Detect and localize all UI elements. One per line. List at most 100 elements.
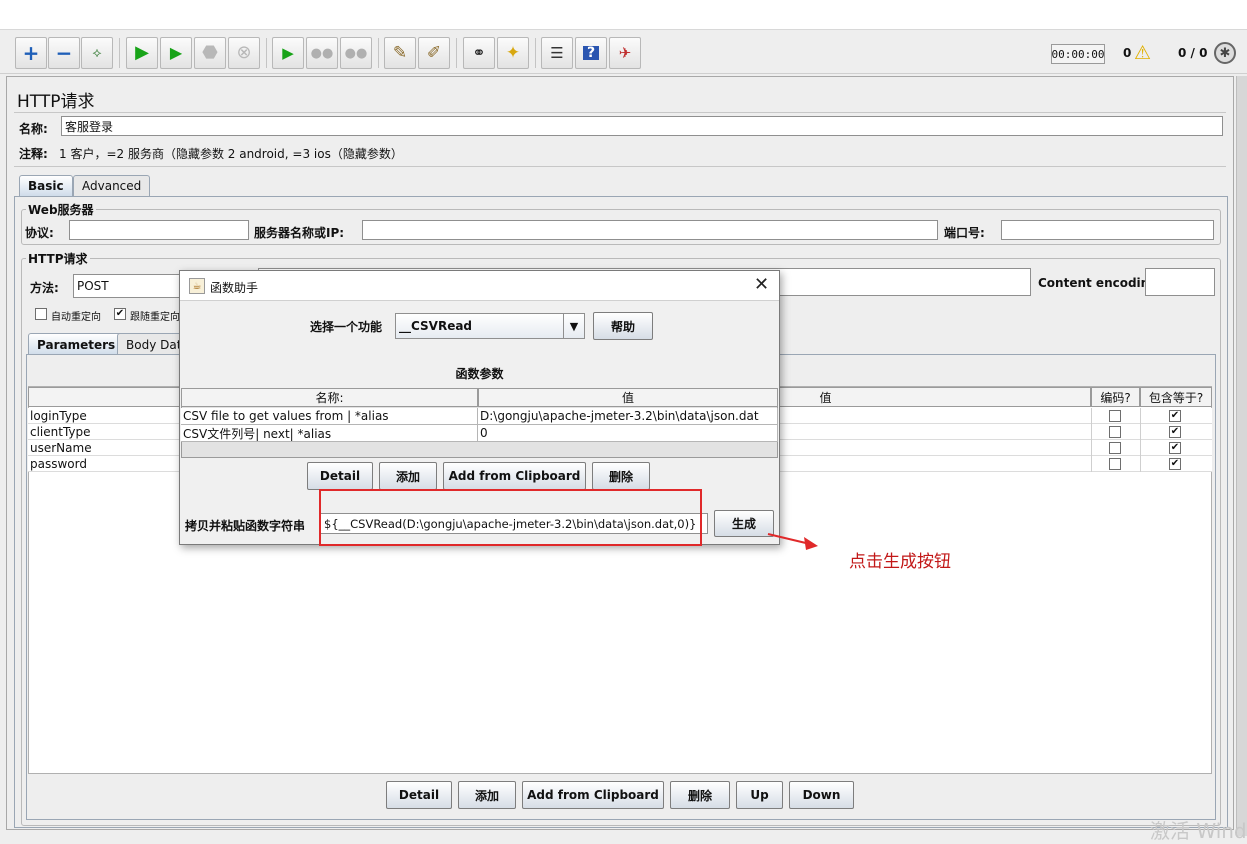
annotation-arrow [767,533,818,550]
server-label: 服务器名称或IP: [254,226,345,240]
port-input[interactable] [1001,220,1214,240]
param-name: clientType [30,424,91,439]
include-equals-checkbox[interactable]: ✔ [1169,458,1181,470]
params-encode-header: 编码? [1091,387,1140,407]
comment-label: 注释: [19,147,48,161]
http-request-legend: HTTP请求 [26,250,90,267]
column-divider [1140,408,1141,472]
name-field[interactable]: 客服登录 [61,116,1223,136]
toolbar-separator [456,38,457,68]
delete-button[interactable]: 删除 [670,781,730,809]
help-icon[interactable]: ? [575,37,607,69]
highlight-box [319,489,702,546]
divider [14,166,1226,167]
divider [14,112,1226,113]
dialog-detail-button[interactable]: Detail [307,462,373,490]
encode-checkbox[interactable] [1109,426,1121,438]
up-button[interactable]: Up [736,781,783,809]
remove-icon[interactable]: − [48,37,80,69]
start-no-pause-icon[interactable]: ▶ [160,37,192,69]
toolbar-separator [266,38,267,68]
include-equals-checkbox[interactable]: ✔ [1169,410,1181,422]
start-icon[interactable]: ▶ [126,37,158,69]
dialog-title-bar [180,271,779,301]
java-app-icon: ☕ [189,278,205,294]
reset-search-icon[interactable]: ✦ [497,37,529,69]
generate-button[interactable]: 生成 [714,510,774,537]
dialog-add-button[interactable]: 添加 [379,462,437,490]
remote-status-icon[interactable]: ✱ [1214,42,1236,64]
warning-count: 0 [1123,46,1132,60]
tab-parameters[interactable]: Parameters [28,333,125,355]
add-icon[interactable]: + [15,37,47,69]
method-label: 方法: [30,281,59,295]
param-name: userName [30,440,92,455]
auto-redirect-checkbox[interactable] [35,308,47,320]
function-param-value[interactable]: 0 [478,425,778,442]
remote-stop-icon: ●● [306,37,338,69]
annotation-text: 点击生成按钮 [849,552,951,572]
elapsed-timer: 00:00:00 [1051,44,1105,64]
tab-advanced[interactable]: Advanced [73,175,151,196]
include-equals-checkbox[interactable]: ✔ [1169,442,1181,454]
add-button[interactable]: 添加 [458,781,516,809]
dialog-delete-button[interactable]: 删除 [592,462,650,490]
detail-button[interactable]: Detail [386,781,452,809]
encode-checkbox[interactable] [1109,410,1121,422]
function-helper-icon[interactable]: ☰ [541,37,573,69]
content-encoding-label: Content encoding: [1038,276,1163,290]
content-encoding-input[interactable] [1145,268,1215,296]
clear-all-icon[interactable]: ✐ [418,37,450,69]
function-param-value[interactable]: D:\gongju\apache-jmeter-3.2\bin\data\jso… [478,408,778,425]
close-icon[interactable]: ✕ [754,274,769,295]
select-function-label: 选择一个功能 [310,320,383,334]
function-param-name[interactable]: CSV文件列号| next| *alias [181,425,478,442]
chevron-down-icon[interactable]: ▼ [563,314,584,338]
function-param-name[interactable]: CSV file to get values from | *alias [181,408,478,425]
activation-watermark: 激活 Wind [1150,819,1247,843]
clear-icon[interactable]: ✎ [384,37,416,69]
window-title-strip [0,0,1247,30]
right-scroll-edge[interactable] [1236,76,1247,836]
down-button[interactable]: Down [789,781,854,809]
remote-exit-icon[interactable]: ✈ [609,37,641,69]
toolbar-separator [378,38,379,68]
shutdown-icon: ⊗ [228,37,260,69]
params-name-header [28,387,188,407]
protocol-input[interactable] [69,220,249,240]
help-button[interactable]: 帮助 [593,312,653,340]
port-label: 端口号: [944,226,985,240]
toolbar-separator [535,38,536,68]
encode-checkbox[interactable] [1109,442,1121,454]
toggle-icon[interactable]: ⟡ [81,37,113,69]
auto-redirect-label: 自动重定向 [51,312,101,323]
encode-checkbox[interactable] [1109,458,1121,470]
follow-redirect-checkbox[interactable]: ✔ [114,308,126,320]
search-icon[interactable]: ⚭ [463,37,495,69]
protocol-label: 协议: [25,226,54,240]
web-server-legend: Web服务器 [26,201,96,218]
thread-count: 0 / 0 [1178,46,1208,60]
dialog-add-from-clipboard-button[interactable]: Add from Clipboard [443,462,586,490]
method-select[interactable]: POST [73,274,183,298]
comment-field[interactable]: 1 客户，=2 服务商（隐藏参数 2 android, =3 ios（隐藏参数） [59,145,403,162]
params-include-header: 包含等于? [1140,387,1212,407]
panel-title: HTTP请求 [17,92,95,112]
output-label: 拷贝并粘贴函数字符串 [185,519,306,533]
function-select[interactable]: __CSVRead [395,313,585,339]
warning-icon[interactable]: ⚠ [1134,42,1151,64]
follow-redirect-label: 跟随重定向 [130,312,180,323]
server-input[interactable] [362,220,938,240]
param-name: loginType [30,408,87,423]
dialog-title: 函数助手 [210,281,259,295]
name-label: 名称: [19,122,48,136]
col-name-header: 名称: [181,388,478,407]
toolbar-separator [119,38,120,68]
remote-start-icon[interactable]: ▶ [272,37,304,69]
include-equals-checkbox[interactable]: ✔ [1169,426,1181,438]
function-params-title: 函数参数 [455,367,504,381]
add-from-clipboard-button[interactable]: Add from Clipboard [522,781,664,809]
stop-icon: ⬣ [194,37,226,69]
column-divider [1091,408,1092,472]
tab-basic[interactable]: Basic [19,175,73,196]
